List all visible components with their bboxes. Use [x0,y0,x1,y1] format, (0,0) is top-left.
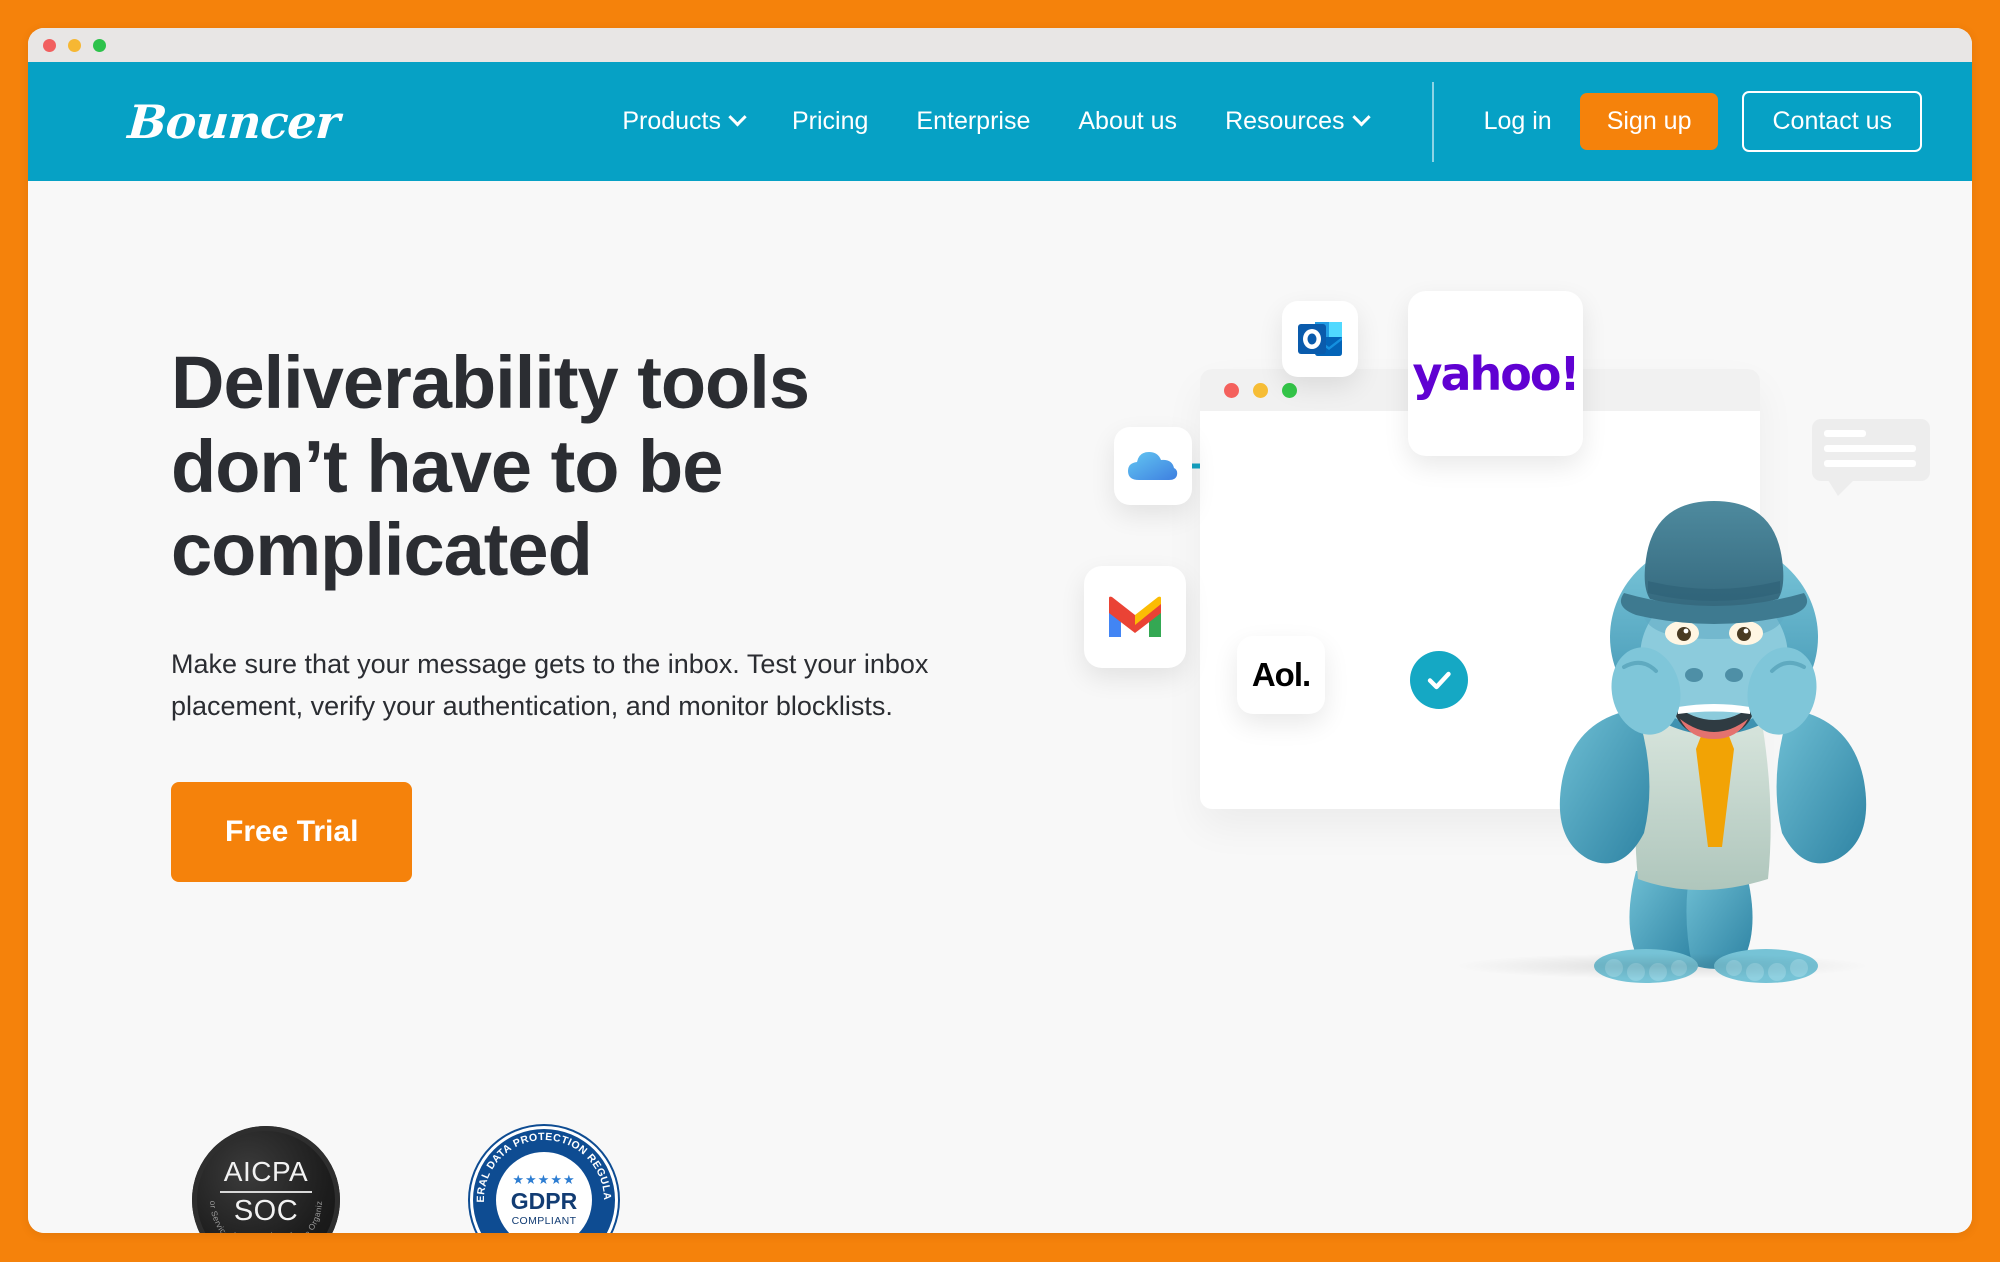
bouncer-logo[interactable]: Bouncer [126,95,341,149]
aicpa-arc-label: SOC for Service Organizations | Service … [192,1126,324,1233]
sign-up-button[interactable]: Sign up [1579,93,1719,150]
chat-line [1824,430,1866,437]
yahoo-card: yahoo! [1408,291,1583,456]
gdpr-arc-text: GENERAL DATA PROTECTION REGULATION [470,1126,613,1203]
compliance-badges: SOC for Service Organizations | Service … [161,1126,649,1233]
maximize-window-button[interactable] [93,38,106,52]
free-trial-button[interactable]: Free Trial [171,781,413,882]
chevron-down-icon [728,108,747,127]
gdpr-seal-icon: GENERAL DATA PROTECTION REGULATION ★★★★★… [470,1126,618,1233]
svg-text:SOC for Service Organizations: SOC for Service Organizations | Service … [192,1126,324,1233]
inner-maximize-dot-icon [1282,382,1297,398]
aol-logo-text: Aol. [1251,656,1311,693]
icloud-card [1114,427,1192,505]
page-title: Deliverability tools don’t have to be co… [171,341,810,592]
nav-label: About us [1078,107,1178,135]
nav-label: Pricing [792,107,869,135]
aicpa-arc-text: SOC for Service Organizations | Service … [192,1126,324,1233]
nav-divider [1431,81,1434,162]
gorilla-mascot-icon [1559,501,1867,983]
yahoo-logo-text: yahoo! [1412,346,1581,401]
hero-copy: Deliverability tools don’t have to be co… [171,341,971,882]
aicpa-soc-seal-icon: SOC for Service Organizations | Service … [192,1126,340,1233]
mascot-ground-shadow [1452,953,1872,979]
inner-minimize-dot-icon [1253,382,1268,398]
aol-card: Aol. [1237,636,1325,714]
badge-gdpr: GENERAL DATA PROTECTION REGULATION ★★★★★… [439,1126,649,1233]
hero-section: Deliverability tools don’t have to be co… [28,181,1972,1233]
nav-item-products[interactable]: Products [598,107,768,136]
delivered-check-icon [1410,651,1468,709]
hero-illustration: yahoo! Aol. [1082,291,1930,991]
svg-text:GENERAL DATA PROTECTION REGULA: GENERAL DATA PROTECTION REGULATION [470,1126,613,1203]
hero-subtext: Make sure that your message gets to the … [171,648,929,721]
contact-us-button[interactable]: Contact us [1742,91,1922,152]
primary-navigation: Products Pricing Enterprise About us Res… [598,81,1922,162]
nav-label: Resources [1225,107,1345,135]
gmail-card [1084,566,1186,668]
outlook-card [1282,301,1358,377]
browser-window: Bouncer Products Pricing Enterprise Abou… [28,28,1972,1233]
close-window-button[interactable] [43,38,56,52]
nav-label: Enterprise [916,107,1031,135]
nav-label: Products [622,107,721,135]
gdpr-arc-label: GENERAL DATA PROTECTION REGULATION [470,1126,613,1203]
cloud-icon [1128,452,1178,480]
chevron-down-icon [1351,108,1371,127]
gmail-icon [1109,596,1161,637]
nav-item-pricing[interactable]: Pricing [768,107,892,136]
nav-item-enterprise[interactable]: Enterprise [892,107,1054,136]
outlook-icon [1298,322,1342,356]
badge-soc2: SOC for Service Organizations | Service … [161,1126,371,1233]
site-header: Bouncer Products Pricing Enterprise Abou… [28,62,1972,181]
minimize-window-button[interactable] [68,38,81,52]
window-titlebar [28,28,1972,62]
log-in-link[interactable]: Log in [1460,107,1576,136]
nav-item-about-us[interactable]: About us [1054,107,1201,136]
inner-close-dot-icon [1224,382,1239,398]
nav-item-resources[interactable]: Resources [1201,107,1392,136]
